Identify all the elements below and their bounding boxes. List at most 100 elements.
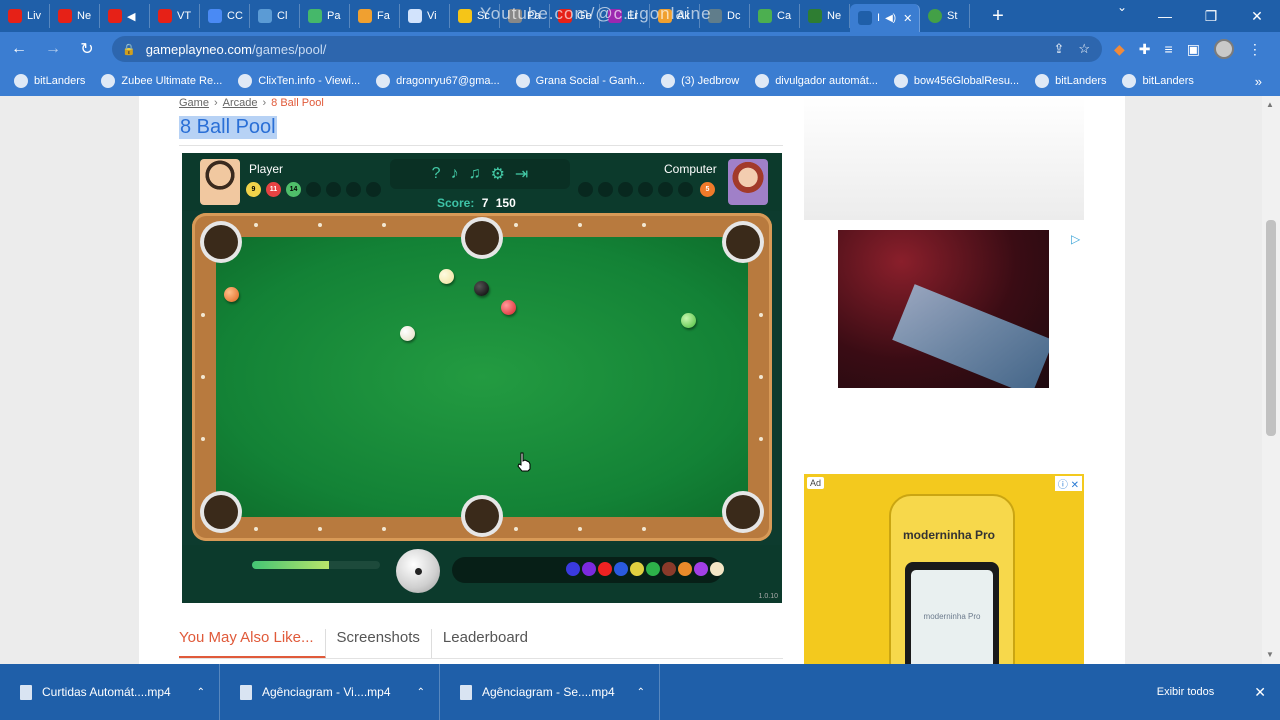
breadcrumb-arcade[interactable]: Arcade [223,97,258,109]
browser-tab[interactable]: Liv [0,4,50,28]
minimize-icon[interactable]: — [1142,0,1188,32]
adchoices-icon[interactable]: ▷ [1071,232,1080,246]
browser-tab[interactable]: Ne [800,4,850,28]
close-window-icon[interactable]: ✕ [1234,0,1280,32]
power-meter-fill [252,561,329,569]
url-path: /games/pool/ [251,41,327,57]
download-item[interactable]: Agênciagram - Se....mp4 ⌃ [440,664,660,720]
score-target: 150 [495,196,516,210]
page-title: 8 Ball Pool [179,116,277,139]
page-scrollbar[interactable]: ▲ ▼ [1262,96,1280,664]
rail-diamond [759,437,763,441]
tab-you-may-also-like[interactable]: You May Also Like... [179,629,326,659]
browser-tab[interactable]: Ge [550,4,600,28]
bookmark-item[interactable]: divulgador automát... [755,74,878,88]
forward-arrow-icon[interactable]: → [38,34,68,64]
lock-icon[interactable]: 🔒 [122,43,136,56]
tab-search-icon[interactable]: ⌄ [1102,0,1142,32]
restore-icon[interactable]: ❐ [1188,0,1234,32]
bookmark-item[interactable]: dragonryu67@gma... [376,74,500,88]
close-download-bar-icon[interactable]: ✕ [1254,684,1266,701]
help-icon[interactable]: ? [432,165,441,183]
cue-ball[interactable] [400,326,415,341]
tab-label: St [947,10,958,22]
new-tab-button[interactable]: + [984,5,1012,28]
download-item[interactable]: Agênciagram - Vi....mp4 ⌃ [220,664,440,720]
browser-tab[interactable]: Ak [650,4,700,28]
tab-close-icon[interactable]: ✕ [903,12,912,25]
profile-avatar[interactable] [1213,39,1234,59]
table-felt[interactable] [216,237,748,517]
chevron-up-icon[interactable]: ⌃ [637,687,645,698]
reload-icon[interactable]: ↻ [72,34,102,64]
breadcrumb-game[interactable]: Game [179,97,209,109]
chevron-up-icon[interactable]: ⌃ [417,687,425,698]
empty-ball-slot [578,182,593,197]
back-arrow-icon[interactable]: ← [4,34,34,64]
media-queue-icon[interactable]: ≡ [1165,41,1173,57]
extensions-puzzle-icon[interactable]: ✚ [1139,41,1151,58]
menu-kebab-icon[interactable]: ⋮ [1248,41,1262,58]
bookmark-item[interactable]: bitLanders [1122,74,1194,88]
browser-tab[interactable]: Ne [50,4,100,28]
ad-video[interactable] [838,230,1049,388]
chevron-up-icon[interactable]: ⌃ [197,687,205,698]
spin-point[interactable] [415,568,422,575]
power-meter[interactable] [252,561,380,569]
scrollbar-thumb[interactable] [1266,220,1276,436]
tab-leaderboard[interactable]: Leaderboard [432,629,539,659]
share-icon[interactable]: ⇪ [1053,41,1064,57]
sound-icon[interactable]: ♪ [451,165,459,183]
pool-table[interactable] [192,213,772,541]
address-bar[interactable]: 🔒 gameplayneo.com/games/pool/ ⇪ ☆ [112,36,1102,62]
bookmark-item[interactable]: Grana Social - Ganh... [515,74,645,88]
browser-tab[interactable]: Dc [700,4,750,28]
pool-game-canvas[interactable]: Player 9 11 14 ? ♪ ♫ ⚙ ⇥ Score: 7 150 5 … [182,153,782,603]
browser-tab[interactable]: Cl [250,4,300,28]
exit-icon[interactable]: ⇥ [515,164,528,184]
ad-yellow-banner[interactable]: Ad ⓘ ✕ moderninha Pro moderninha Pro [804,474,1084,664]
bookmark-item[interactable]: bitLanders [14,74,85,88]
tab-label: VT [177,10,192,22]
show-all-downloads-button[interactable]: Exibir todos [1157,686,1214,698]
bookmark-item[interactable]: ClixTen.info - Viewi... [238,74,360,88]
tab-screenshots[interactable]: Screenshots [326,629,432,659]
browser-tab[interactable]: Pa [300,4,350,28]
browser-tab[interactable]: CC [200,4,250,28]
bookmark-item[interactable]: bitLanders [1035,74,1106,88]
browser-tab[interactable]: Er [600,4,650,28]
browser-tab[interactable]: VT [150,4,200,28]
cue-spin-selector[interactable] [396,549,440,593]
settings-gear-icon[interactable]: ⚙ [491,164,505,184]
tab-last[interactable]: St [920,4,970,28]
bookmark-item[interactable]: Zubee Ultimate Re... [101,74,222,88]
side-panel-icon[interactable]: ▣ [1187,41,1200,58]
rail-diamond [514,527,518,531]
computer-label: Computer [664,162,717,176]
audio-icon[interactable]: ◀) [885,13,896,24]
music-icon[interactable]: ♫ [469,165,481,183]
extension-fox-icon[interactable]: ◆ [1114,41,1125,58]
browser-tab[interactable]: Fa [350,4,400,28]
ad-banner-top[interactable] [804,96,1084,220]
tab-active[interactable]: I ◀) ✕ [850,4,920,32]
scroll-down-icon[interactable]: ▼ [1266,650,1274,659]
empty-ball-slot [366,182,381,197]
ad-close-icon[interactable]: ⓘ ✕ [1054,476,1082,491]
card-machine-image: moderninha Pro moderninha Pro [889,494,1015,664]
rack-ball [710,562,724,576]
browser-tab[interactable]: Sc [450,4,500,28]
web-page: Game › Arcade › 8 Ball Pool 8 Ball Pool … [0,96,1280,664]
browser-tab[interactable]: ◀ [100,4,150,28]
scroll-up-icon[interactable]: ▲ [1266,100,1274,109]
bookmark-item[interactable]: bow456GlobalResu... [893,74,1019,88]
browser-tab[interactable]: Pa [500,4,550,28]
bookmark-star-icon[interactable]: ☆ [1078,41,1090,57]
bookmark-item[interactable]: (3) Jedbrow [661,74,739,88]
download-item[interactable]: Curtidas Automát....mp4 ⌃ [0,664,220,720]
browser-tab[interactable]: Vi [400,4,450,28]
bookmarks-overflow-icon[interactable]: » [1255,74,1280,89]
browser-tab[interactable]: Ca [750,4,800,28]
bookmark-label: bitLanders [1142,75,1194,87]
rack-ball [662,562,676,576]
